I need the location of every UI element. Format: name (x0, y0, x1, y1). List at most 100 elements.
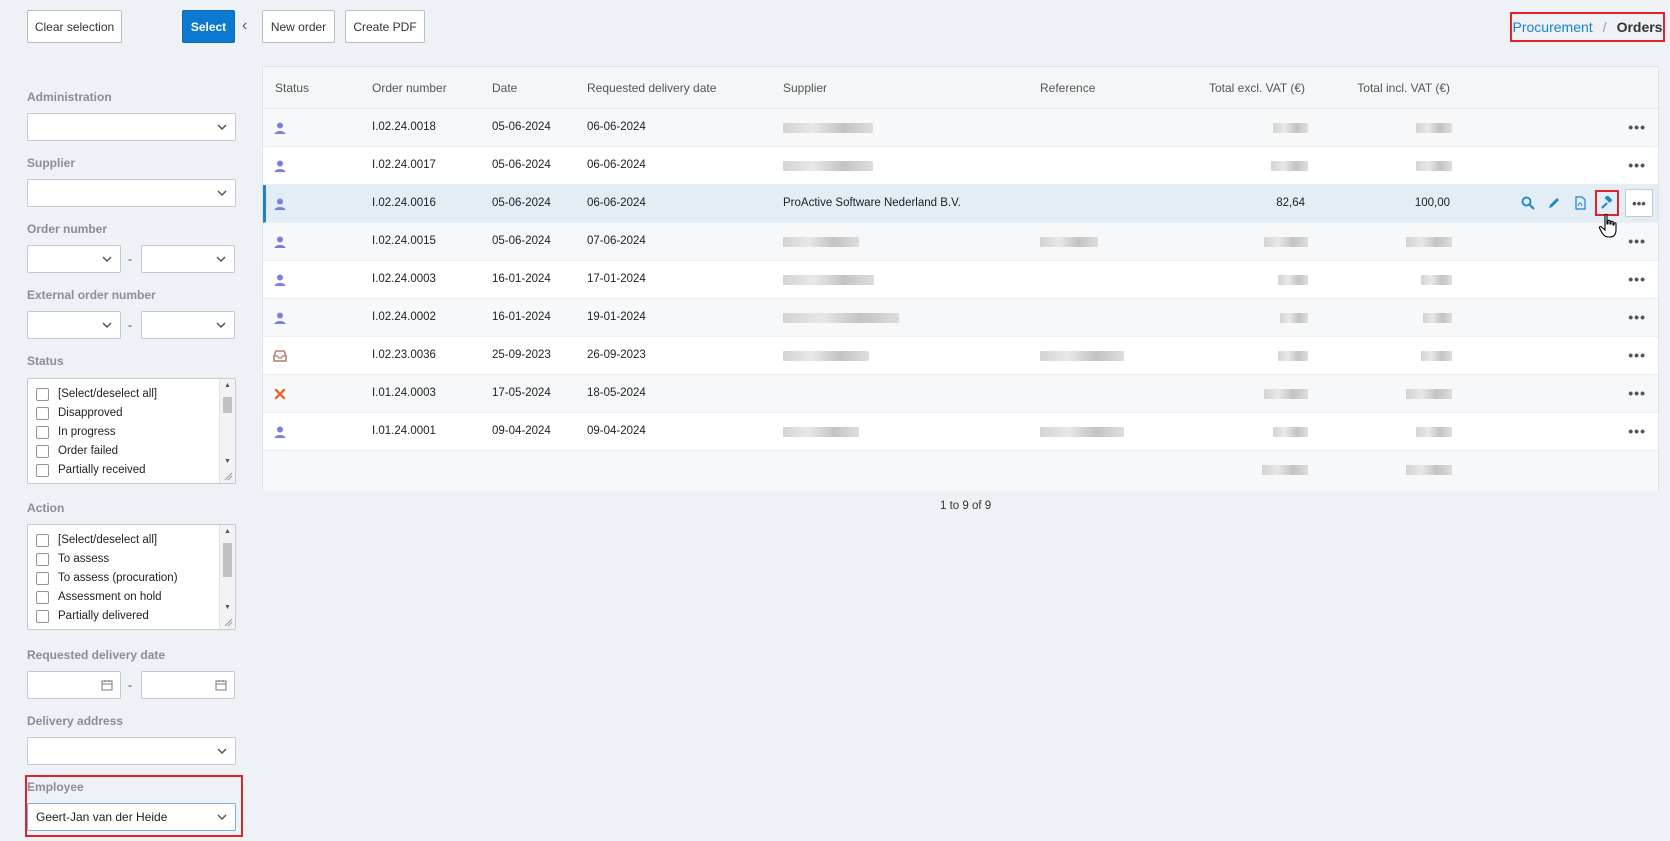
table-row[interactable]: I.01.24.0001 09-04-2024 09-04-2024 ••• (263, 413, 1658, 451)
search-icon[interactable] (1517, 192, 1539, 214)
action-option-select-all[interactable]: [Select/deselect all] (36, 532, 157, 548)
chevron-down-icon (217, 814, 227, 821)
delivery-address-select[interactable] (27, 737, 236, 765)
order-number-cell[interactable]: I.02.24.0003 (372, 273, 436, 285)
status-option-disapproved[interactable]: Disapproved (36, 405, 123, 421)
order-number-cell[interactable]: I.01.24.0003 (372, 387, 436, 399)
action-option-partially-delivered[interactable]: Partially delivered (36, 608, 149, 624)
more-options-icon[interactable]: ••• (1628, 385, 1646, 401)
pdf-icon[interactable] (1569, 192, 1591, 214)
calendar-icon[interactable] (101, 679, 113, 691)
external-order-number-from-select[interactable] (27, 311, 121, 339)
breadcrumb-separator: / (1602, 19, 1607, 35)
new-order-button[interactable]: New order (262, 10, 335, 43)
column-requested-delivery-date[interactable]: Requested delivery date (587, 81, 716, 95)
supplier-select[interactable] (27, 179, 236, 207)
orders-table: Status Order number Date Requested deliv… (262, 66, 1659, 491)
status-option-order-failed[interactable]: Order failed (36, 443, 118, 459)
scroll-up-icon[interactable]: ▲ (224, 528, 231, 535)
more-options-icon[interactable]: ••• (1628, 271, 1646, 287)
order-number-cell[interactable]: I.02.24.0002 (372, 311, 436, 323)
checkbox[interactable] (36, 590, 49, 604)
column-status[interactable]: Status (275, 81, 309, 95)
column-date[interactable]: Date (492, 81, 517, 95)
column-supplier[interactable]: Supplier (783, 81, 827, 95)
scroll-up-icon[interactable]: ▲ (224, 382, 231, 389)
action-option-label: [Select/deselect all] (58, 534, 158, 546)
order-number-cell[interactable]: I.02.24.0016 (372, 197, 436, 209)
employee-label: Employee (27, 780, 84, 794)
row-actions: ••• (1513, 187, 1653, 219)
more-options-icon[interactable]: ••• (1628, 347, 1646, 363)
administration-select[interactable] (27, 113, 236, 141)
chevron-left-icon[interactable]: ‹ (242, 17, 247, 35)
table-row[interactable]: I.02.24.0003 16-01-2024 17-01-2024 ••• (263, 261, 1658, 299)
scroll-down-icon[interactable]: ▼ (224, 458, 231, 465)
status-option-in-progress[interactable]: In progress (36, 424, 116, 440)
create-pdf-button[interactable]: Create PDF (345, 10, 425, 43)
external-order-number-to-select[interactable] (141, 311, 235, 339)
scroll-thumb[interactable] (223, 397, 232, 413)
select-button[interactable]: Select (182, 10, 235, 43)
order-number-cell[interactable]: I.02.23.0036 (372, 349, 436, 361)
pencil-icon[interactable] (1543, 192, 1565, 214)
scroll-thumb[interactable] (223, 543, 232, 577)
order-number-from-select[interactable] (27, 245, 121, 273)
checkbox[interactable] (36, 387, 49, 401)
checkbox[interactable] (36, 571, 49, 585)
action-option-assessment-on-hold[interactable]: Assessment on hold (36, 589, 162, 605)
status-scrollbar[interactable]: ▲ ▼ (219, 379, 235, 483)
chevron-down-icon (216, 322, 226, 329)
table-row[interactable]: I.02.24.0002 16-01-2024 19-01-2024 ••• (263, 299, 1658, 337)
checkbox[interactable] (36, 609, 49, 623)
status-option-select-all[interactable]: [Select/deselect all] (36, 386, 157, 402)
action-scrollbar[interactable]: ▲ ▼ (219, 525, 235, 629)
resize-handle-icon[interactable] (223, 471, 233, 481)
calendar-icon[interactable] (215, 679, 227, 691)
delivery-date-to-input[interactable] (141, 671, 235, 699)
more-options-icon[interactable]: ••• (1628, 423, 1646, 439)
table-row[interactable]: I.02.24.0015 05-06-2024 07-06-2024 ••• (263, 223, 1658, 261)
redacted-total-excl (1273, 123, 1308, 133)
table-row-selected[interactable]: I.02.24.0016 05-06-2024 06-06-2024 ProAc… (263, 185, 1658, 223)
more-options-button[interactable]: ••• (1625, 189, 1653, 217)
table-row[interactable]: I.02.24.0018 05-06-2024 06-06-2024 ••• (263, 109, 1658, 147)
column-reference[interactable]: Reference (1040, 81, 1095, 95)
more-options-icon[interactable]: ••• (1628, 119, 1646, 135)
table-row[interactable]: I.02.23.0036 25-09-2023 26-09-2023 ••• (263, 337, 1658, 375)
scroll-down-icon[interactable]: ▼ (224, 604, 231, 611)
checkbox[interactable] (36, 552, 49, 566)
delivery-date-from-input[interactable] (27, 671, 121, 699)
order-number-cell[interactable]: I.02.24.0018 (372, 121, 436, 133)
order-number-cell[interactable]: I.01.24.0001 (372, 425, 436, 437)
column-total-incl-vat[interactable]: Total incl. VAT (€) (1323, 81, 1450, 95)
status-option-partially-received[interactable]: Partially received (36, 462, 146, 478)
order-number-to-select[interactable] (141, 245, 235, 273)
checkbox[interactable] (36, 425, 49, 439)
action-option-to-assess-procuration[interactable]: To assess (procuration) (36, 570, 178, 586)
action-option-label: Assessment on hold (58, 591, 162, 603)
column-total-excl-vat[interactable]: Total excl. VAT (€) (1203, 81, 1305, 95)
employee-select[interactable]: Geert-Jan van der Heide (27, 803, 236, 831)
checkbox[interactable] (36, 444, 49, 458)
status-listbox[interactable]: [Select/deselect all] Disapproved In pro… (27, 378, 236, 484)
checkbox[interactable] (36, 533, 49, 547)
table-row[interactable]: I.01.24.0003 17-05-2024 18-05-2024 ••• (263, 375, 1658, 413)
action-listbox[interactable]: [Select/deselect all] To assess To asses… (27, 524, 236, 630)
table-row[interactable]: I.02.24.0017 05-06-2024 06-06-2024 ••• (263, 147, 1658, 185)
requested-date-cell: 17-01-2024 (587, 273, 646, 285)
redacted-total-excl (1280, 313, 1308, 323)
order-number-cell[interactable]: I.02.24.0017 (372, 159, 436, 171)
action-option-to-assess[interactable]: To assess (36, 551, 109, 567)
clear-selection-button[interactable]: Clear selection (27, 10, 122, 43)
checkbox[interactable] (36, 463, 49, 477)
order-number-cell[interactable]: I.02.24.0015 (372, 235, 436, 247)
more-options-icon[interactable]: ••• (1628, 233, 1646, 249)
resize-handle-icon[interactable] (223, 617, 233, 627)
breadcrumb-procurement-link[interactable]: Procurement (1513, 19, 1593, 35)
requested-date-cell: 26-09-2023 (587, 349, 646, 361)
more-options-icon[interactable]: ••• (1628, 309, 1646, 325)
more-options-icon[interactable]: ••• (1628, 157, 1646, 173)
checkbox[interactable] (36, 406, 49, 420)
column-order-number[interactable]: Order number (372, 81, 447, 95)
